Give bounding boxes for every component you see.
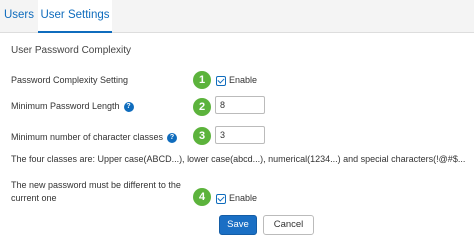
step-badge-1: 1 [193, 71, 211, 89]
cancel-button[interactable]: Cancel [263, 215, 314, 235]
step-badge-2: 2 [193, 98, 211, 116]
min-classes-label-row: Minimum number of character classes? [11, 132, 178, 143]
complexity-enable-checkbox[interactable]: Enable [216, 75, 257, 86]
step-badge-3: 3 [193, 127, 211, 145]
save-button[interactable]: Save [219, 215, 257, 235]
min-length-input[interactable] [215, 96, 265, 114]
help-icon[interactable]: ? [167, 132, 178, 143]
tab-user-settings[interactable]: User Settings [38, 0, 112, 33]
min-length-label-row: Minimum Password Length? [11, 101, 134, 112]
tab-users[interactable]: Users [0, 0, 38, 32]
checkbox-checked-icon [216, 193, 226, 204]
min-classes-input[interactable] [215, 126, 265, 144]
min-classes-label: Minimum number of character classes [11, 132, 164, 142]
character-classes-info: The four classes are: Upper case(ABCD...… [11, 154, 466, 164]
section-title: User Password Complexity [11, 45, 132, 56]
complexity-setting-label: Password Complexity Setting [11, 75, 129, 85]
step-badge-4: 4 [193, 188, 211, 206]
help-icon[interactable]: ? [123, 101, 134, 112]
checkbox-checked-icon [216, 75, 226, 86]
complexity-enable-label: Enable [229, 75, 258, 85]
different-password-enable-checkbox[interactable]: Enable [216, 193, 257, 204]
tab-bar: Users User Settings [0, 0, 474, 33]
different-password-enable-label: Enable [229, 193, 258, 203]
different-password-label-line1: The new password must be different to th… [11, 180, 181, 190]
min-length-label: Minimum Password Length [11, 101, 120, 111]
different-password-label-line2: current one [11, 193, 57, 203]
